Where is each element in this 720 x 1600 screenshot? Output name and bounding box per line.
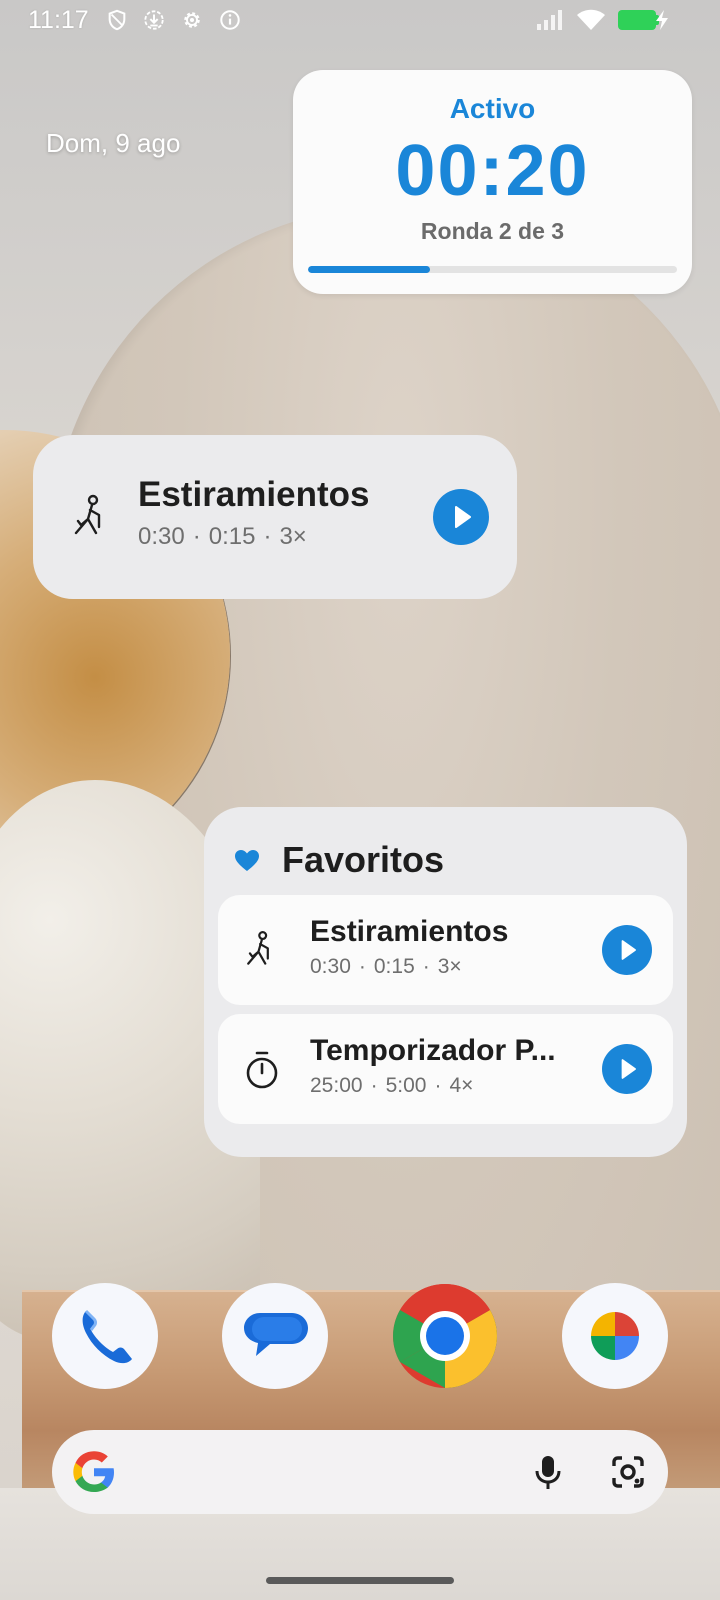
active-timer-widget[interactable]: Activo 00:20 Ronda 2 de 3 (293, 70, 692, 294)
timer-progress-fill (308, 266, 430, 273)
favorite-item[interactable]: Estiramientos 0:30 · 0:15 · 3× (218, 895, 673, 1005)
battery-charging-icon (618, 10, 656, 30)
favorite-play-button[interactable] (602, 925, 652, 975)
workout-play-button[interactable] (433, 489, 489, 545)
messages-app-icon[interactable] (222, 1283, 328, 1389)
favorite-reps: 3× (437, 955, 462, 978)
heart-icon (235, 850, 259, 871)
timer-status: Activo (449, 93, 536, 124)
favorite-title: Estiramientos (310, 915, 509, 948)
chrome-app-icon[interactable] (392, 1283, 498, 1389)
settings-icon (184, 12, 200, 28)
workout-title: Estiramientos (138, 475, 370, 514)
workout-rest-time: 0:15 (208, 523, 256, 550)
workout-work-time: 0:30 (138, 523, 185, 550)
photos-app-icon[interactable] (562, 1283, 668, 1389)
charging-bolt-icon (656, 10, 668, 30)
phone-app-icon[interactable] (52, 1283, 158, 1389)
wifi-icon (577, 9, 605, 30)
favorites-widget[interactable]: Favoritos Estiramientos 0:30 · 0:15 · 3× Tem… (204, 807, 687, 1157)
favorite-title: Temporizador P... (310, 1034, 556, 1067)
separator: · (370, 1074, 378, 1097)
favorite-play-button[interactable] (602, 1044, 652, 1094)
stretching-figure-icon (247, 931, 269, 965)
workout-meta: 0:30 · 0:15 · 3× (138, 523, 307, 551)
home-date[interactable]: Dom, 9 ago (46, 128, 180, 159)
shield-icon (108, 9, 126, 31)
favorite-reps: 4× (449, 1074, 474, 1097)
status-bar: 11:17 (0, 0, 720, 42)
favorite-work-time: 25:00 (310, 1074, 363, 1097)
status-clock: 11:17 (28, 6, 89, 34)
microphone-icon[interactable] (528, 1452, 568, 1492)
phone-icon (82, 1309, 132, 1364)
pinwheel-icon (591, 1312, 639, 1360)
chat-bubble-icon (244, 1313, 308, 1356)
favorite-item[interactable]: Temporizador P... 25:00 · 5:00 · 4× (218, 1014, 673, 1124)
favorite-meta: 0:30 · 0:15 · 3× (310, 955, 462, 979)
signal-icon (537, 10, 562, 30)
favorite-rest-time: 5:00 (385, 1074, 427, 1097)
timer-round: Ronda 2 de 3 (420, 218, 565, 244)
favorites-title: Favoritos (282, 839, 445, 880)
stretching-figure-icon (74, 494, 101, 535)
favorite-rest-time: 0:15 (373, 955, 415, 978)
favorite-work-time: 0:30 (310, 955, 351, 978)
timer-countdown: 00:20 (395, 131, 590, 211)
timer-progress-bar (308, 266, 677, 273)
google-logo-icon (73, 1451, 114, 1492)
home-gesture-bar[interactable] (266, 1577, 454, 1584)
workout-widget[interactable]: Estiramientos 0:30 · 0:15 · 3× (33, 435, 517, 599)
play-icon (621, 1059, 636, 1079)
separator: · (263, 523, 272, 550)
separator: · (192, 523, 201, 550)
separator: · (358, 955, 366, 978)
play-icon (455, 506, 471, 528)
favorite-meta: 25:00 · 5:00 · 4× (310, 1074, 473, 1098)
workout-reps: 3× (279, 523, 307, 550)
separator: · (422, 955, 430, 978)
stopwatch-icon (246, 1051, 278, 1089)
google-search-bar[interactable] (52, 1430, 668, 1514)
play-icon (621, 940, 636, 960)
separator: · (434, 1074, 442, 1097)
download-icon (144, 10, 164, 30)
google-lens-icon[interactable] (608, 1452, 648, 1492)
chrome-logo-icon (393, 1284, 497, 1388)
info-icon (220, 10, 240, 30)
